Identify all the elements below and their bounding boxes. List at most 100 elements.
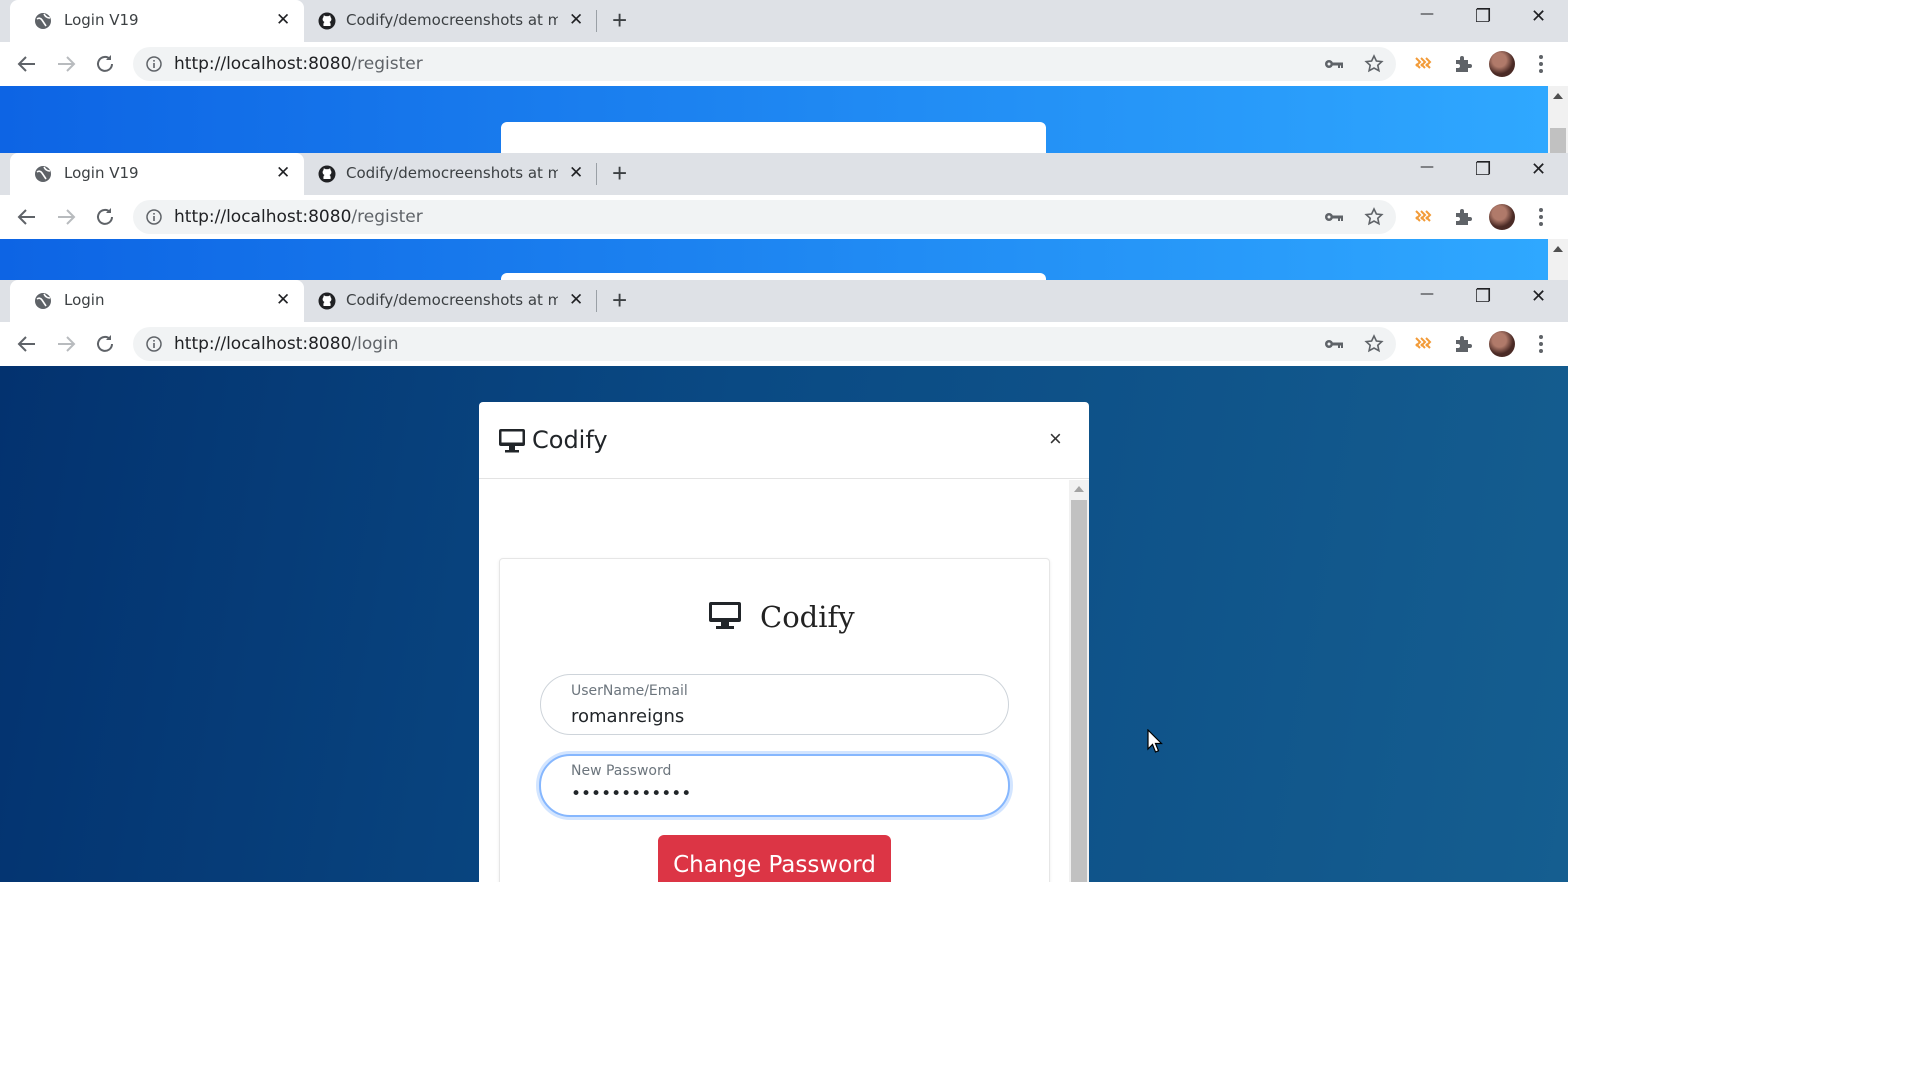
- modal-title: Codify: [532, 426, 608, 454]
- new-password-field[interactable]: New Password ••••••••••••: [539, 754, 1010, 817]
- register-page-background: [0, 239, 1548, 280]
- minimize-button[interactable]: —: [1420, 286, 1434, 302]
- browser-toolbar: http://localhost:8080/login: [0, 322, 1568, 366]
- scroll-thumb[interactable]: [1071, 500, 1087, 882]
- url-text[interactable]: http://localhost:8080/login: [174, 334, 399, 354]
- key-icon[interactable]: [1324, 56, 1344, 72]
- back-icon[interactable]: [15, 332, 39, 356]
- scroll-up-arrow[interactable]: [1553, 93, 1563, 99]
- restore-button[interactable]: ❐: [1475, 6, 1491, 27]
- tab-login-v19[interactable]: Login V19 ✕: [10, 153, 304, 195]
- reload-icon[interactable]: [93, 52, 117, 76]
- new-password-input[interactable]: ••••••••••••: [571, 784, 691, 804]
- extensions-puzzle-icon[interactable]: [1453, 334, 1473, 354]
- close-tab-icon[interactable]: ✕: [276, 164, 290, 182]
- change-password-modal: Codify × Codify UserName/Email New Passw…: [479, 402, 1089, 882]
- close-tab-icon[interactable]: ✕: [276, 291, 290, 309]
- address-bar[interactable]: http://localhost:8080/login: [133, 327, 1396, 361]
- tab-title: Login V19: [64, 164, 139, 182]
- key-icon[interactable]: [1324, 209, 1344, 225]
- extension-waves-icon[interactable]: [1413, 54, 1433, 74]
- key-icon[interactable]: [1324, 336, 1344, 352]
- forward-icon[interactable]: [54, 332, 78, 356]
- close-window-button[interactable]: ✕: [1531, 6, 1546, 27]
- url-host: http://localhost:8080: [174, 334, 352, 354]
- address-bar[interactable]: http://localhost:8080/register: [133, 47, 1396, 81]
- tab-title: Codify/democreenshots at main: [346, 164, 558, 182]
- extension-waves-icon[interactable]: [1413, 334, 1433, 354]
- bookmark-star-icon[interactable]: [1364, 54, 1384, 74]
- browser-toolbar: http://localhost:8080/register: [0, 195, 1568, 239]
- password-card: Codify UserName/Email New Password •••••…: [499, 558, 1050, 882]
- tab-login[interactable]: Login ✕: [10, 280, 304, 322]
- url-text[interactable]: http://localhost:8080/register: [174, 207, 423, 227]
- extension-waves-icon[interactable]: [1413, 207, 1433, 227]
- back-icon[interactable]: [15, 205, 39, 229]
- github-icon: [318, 292, 336, 310]
- github-icon: [318, 12, 336, 30]
- menu-kebab-icon[interactable]: [1534, 205, 1548, 229]
- tab-title: Login V19: [64, 11, 139, 29]
- restore-button[interactable]: ❐: [1475, 286, 1491, 307]
- tab-title: Login: [64, 291, 105, 309]
- menu-kebab-icon[interactable]: [1534, 332, 1548, 356]
- restore-button[interactable]: ❐: [1475, 159, 1491, 180]
- close-tab-icon[interactable]: ✕: [569, 164, 583, 182]
- new-tab-button[interactable]: +: [612, 7, 627, 33]
- menu-kebab-icon[interactable]: [1534, 52, 1548, 76]
- address-bar[interactable]: http://localhost:8080/register: [133, 200, 1396, 234]
- url-text[interactable]: http://localhost:8080/register: [174, 54, 423, 74]
- forward-icon[interactable]: [54, 205, 78, 229]
- extensions-puzzle-icon[interactable]: [1453, 54, 1473, 74]
- modal-close-button[interactable]: ×: [1049, 428, 1062, 450]
- scroll-up-arrow[interactable]: [1074, 486, 1084, 492]
- scroll-up-arrow[interactable]: [1553, 246, 1563, 252]
- tab-strip: Login V19 ✕ Codify/democreenshots at mai…: [0, 0, 1568, 42]
- tab-github[interactable]: Codify/democreenshots at main ✕: [304, 153, 594, 195]
- page-scrollbar[interactable]: [1548, 239, 1568, 280]
- back-icon[interactable]: [15, 52, 39, 76]
- modal-scrollbar[interactable]: [1069, 480, 1089, 882]
- tab-github[interactable]: Codify/democreenshots at main ✕: [304, 0, 594, 42]
- url-path: /register: [351, 54, 423, 74]
- bookmark-star-icon[interactable]: [1364, 207, 1384, 227]
- globe-icon: [35, 166, 51, 182]
- close-tab-icon[interactable]: ✕: [569, 291, 583, 309]
- info-icon[interactable]: [146, 209, 162, 225]
- username-label: UserName/Email: [571, 683, 688, 699]
- profile-avatar[interactable]: [1489, 331, 1515, 357]
- reload-icon[interactable]: [93, 205, 117, 229]
- new-tab-button[interactable]: +: [612, 160, 627, 186]
- mouse-cursor-icon: [1147, 729, 1163, 753]
- change-password-button[interactable]: Change Password: [658, 835, 891, 882]
- profile-avatar[interactable]: [1489, 51, 1515, 77]
- tab-separator: [596, 10, 597, 32]
- brand-name: Codify: [760, 600, 855, 634]
- github-icon: [318, 165, 336, 183]
- close-window-button[interactable]: ✕: [1531, 159, 1546, 180]
- extensions-puzzle-icon[interactable]: [1453, 207, 1473, 227]
- new-tab-button[interactable]: +: [612, 287, 627, 313]
- info-icon[interactable]: [146, 56, 162, 72]
- minimize-button[interactable]: —: [1420, 159, 1434, 175]
- bookmark-star-icon[interactable]: [1364, 334, 1384, 354]
- tab-separator: [596, 290, 597, 312]
- close-window-button[interactable]: ✕: [1531, 286, 1546, 307]
- url-host: http://localhost:8080: [174, 54, 352, 74]
- profile-avatar[interactable]: [1489, 204, 1515, 230]
- tab-login-v19[interactable]: Login V19 ✕: [10, 0, 304, 42]
- scroll-thumb[interactable]: [1550, 128, 1566, 153]
- minimize-button[interactable]: —: [1420, 6, 1434, 22]
- desktop-icon: [709, 602, 741, 629]
- forward-icon[interactable]: [54, 52, 78, 76]
- tab-github[interactable]: Codify/democreenshots at main ✕: [304, 280, 594, 322]
- username-field[interactable]: UserName/Email: [540, 674, 1009, 735]
- page-scrollbar[interactable]: [1548, 86, 1568, 153]
- info-icon[interactable]: [146, 336, 162, 352]
- username-input[interactable]: [571, 703, 971, 729]
- url-path: /login: [351, 334, 399, 354]
- close-tab-icon[interactable]: ✕: [569, 11, 583, 29]
- reload-icon[interactable]: [93, 332, 117, 356]
- tab-strip: Login ✕ Codify/democreenshots at main ✕ …: [0, 280, 1568, 322]
- close-tab-icon[interactable]: ✕: [276, 11, 290, 29]
